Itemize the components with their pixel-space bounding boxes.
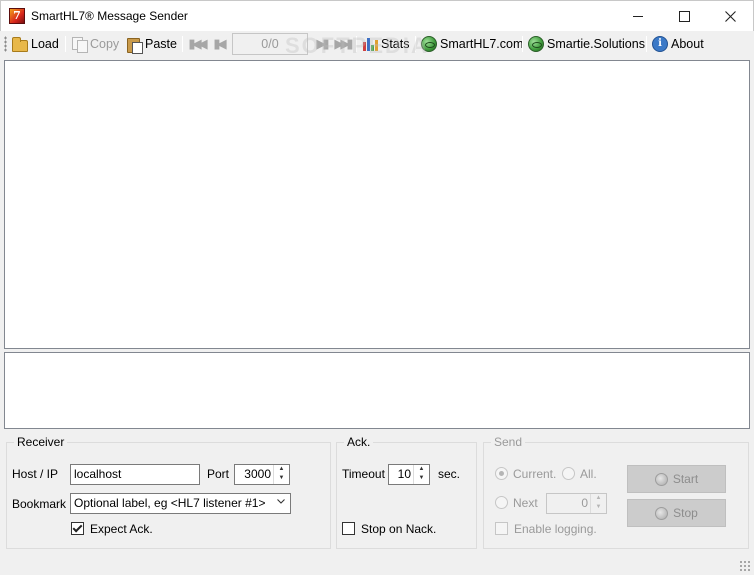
status-bar [0, 553, 754, 575]
bar-chart-icon [362, 36, 378, 52]
port-stepper[interactable]: 3000 ▲ ▼ [234, 464, 290, 485]
copy-icon [71, 36, 88, 53]
next-icon: ▶▮ [316, 36, 329, 51]
bookmark-value: Optional label, eg <HL7 listener #1> [74, 496, 266, 510]
info-icon: i [652, 36, 668, 52]
all-radio[interactable] [562, 467, 575, 480]
port-value: 3000 [244, 467, 271, 481]
ack-group-title: Ack. [344, 435, 374, 449]
current-radio[interactable] [495, 467, 508, 480]
response-editor[interactable] [4, 352, 750, 429]
spin-down-icon[interactable]: ▼ [274, 474, 289, 483]
message-editor[interactable] [4, 60, 750, 349]
current-radio-label: Current. [513, 467, 557, 481]
stats-button[interactable]: Stats [362, 34, 410, 54]
timeout-stepper[interactable]: 10 ▲ ▼ [388, 464, 430, 485]
timeout-stepper-arrows[interactable]: ▲ ▼ [413, 465, 429, 484]
expect-ack-checkbox[interactable] [71, 522, 84, 535]
next-count-stepper[interactable]: 0 ▲ ▼ [546, 493, 607, 514]
paste-button-label: Paste [145, 37, 177, 51]
close-icon [724, 10, 736, 22]
load-button-label: Load [31, 37, 59, 51]
start-button-label: Start [672, 472, 699, 486]
globe-icon [528, 36, 544, 52]
chevron-down-icon [277, 499, 285, 504]
toolbar-separator [415, 36, 416, 52]
play-icon [654, 472, 668, 486]
first-message-button[interactable]: ▮◀◀ [188, 34, 207, 54]
host-label: Host / IP [12, 467, 59, 481]
spin-down-icon[interactable]: ▼ [591, 503, 606, 512]
enable-logging-label: Enable logging. [514, 522, 597, 536]
maximize-icon [678, 10, 690, 22]
stop-on-nack-label: Stop on Nack. [361, 522, 437, 536]
toolbar-separator [356, 36, 357, 52]
last-icon: ▶▶▮ [334, 36, 353, 51]
port-label: Port [207, 467, 230, 481]
smartie-link[interactable]: Smartie.Solutions [528, 34, 645, 54]
bookmark-combobox[interactable]: Optional label, eg <HL7 listener #1> [70, 493, 291, 514]
spin-up-icon[interactable]: ▲ [414, 465, 429, 474]
previous-message-button[interactable]: ▮◀ [210, 34, 226, 54]
timeout-value: 10 [397, 467, 411, 481]
open-folder-icon [12, 36, 28, 52]
smartie-link-label: Smartie.Solutions [547, 37, 645, 51]
resize-grip-icon[interactable] [739, 560, 751, 572]
receiver-group-title: Receiver [14, 435, 68, 449]
first-icon: ▮◀◀ [188, 36, 207, 51]
globe-icon [421, 36, 437, 52]
smarthl7-link[interactable]: SmartHL7.com [421, 34, 523, 54]
timeout-unit: sec. [438, 467, 461, 481]
next-radio-label: Next [513, 496, 538, 510]
host-input[interactable]: localhost [70, 464, 200, 485]
paste-icon [126, 36, 143, 54]
maximize-button[interactable] [661, 1, 707, 31]
about-button[interactable]: i About [652, 34, 704, 54]
stop-button-label: Stop [673, 506, 698, 520]
expect-ack-label: Expect Ack. [90, 522, 153, 536]
checkmark-icon [72, 522, 83, 533]
send-group-title: Send [491, 435, 526, 449]
title-bar: 7 SmartHL7® Message Sender [0, 0, 754, 31]
about-button-label: About [671, 37, 704, 51]
all-radio-label: All. [580, 467, 597, 481]
message-counter: 0/0 [232, 33, 308, 55]
minimize-icon [633, 15, 643, 17]
minimize-button[interactable] [615, 1, 661, 31]
spin-up-icon[interactable]: ▲ [274, 465, 289, 474]
next-message-button[interactable]: ▶▮ [313, 34, 329, 54]
stop-icon [655, 506, 669, 520]
stop-button[interactable]: Stop [627, 499, 726, 527]
toolbar: Load Copy Paste ▮◀◀ ▮◀ 0/0 ▶▮ ▶▶▮ Stats … [0, 31, 754, 57]
window-title: SmartHL7® Message Sender [31, 9, 188, 23]
smarthl7-link-label: SmartHL7.com [440, 37, 524, 51]
next-count-stepper-arrows[interactable]: ▲ ▼ [590, 494, 606, 513]
copy-button[interactable]: Copy [71, 34, 119, 54]
spin-down-icon[interactable]: ▼ [414, 474, 429, 483]
previous-icon: ▮◀ [213, 36, 226, 51]
enable-logging-checkbox[interactable] [495, 522, 508, 535]
last-message-button[interactable]: ▶▶▮ [334, 34, 353, 54]
stats-button-label: Stats [381, 37, 410, 51]
load-button[interactable]: Load [12, 34, 59, 54]
stop-on-nack-checkbox[interactable] [342, 522, 355, 535]
port-stepper-arrows[interactable]: ▲ ▼ [273, 465, 289, 484]
app-icon: 7 [9, 8, 25, 24]
toolbar-separator [65, 36, 66, 52]
spin-up-icon[interactable]: ▲ [591, 494, 606, 503]
radio-dot [499, 471, 504, 476]
toolbar-separator [522, 36, 523, 52]
start-button[interactable]: Start [627, 465, 726, 493]
toolbar-separator [182, 36, 183, 52]
toolbar-grip[interactable] [4, 36, 7, 52]
close-button[interactable] [707, 1, 753, 31]
paste-button[interactable]: Paste [126, 34, 177, 54]
timeout-label: Timeout [342, 467, 385, 481]
toolbar-separator [646, 36, 647, 52]
copy-button-label: Copy [90, 37, 120, 51]
next-radio[interactable] [495, 496, 508, 509]
bookmark-label: Bookmark [12, 497, 67, 511]
next-count-value: 0 [581, 496, 588, 510]
